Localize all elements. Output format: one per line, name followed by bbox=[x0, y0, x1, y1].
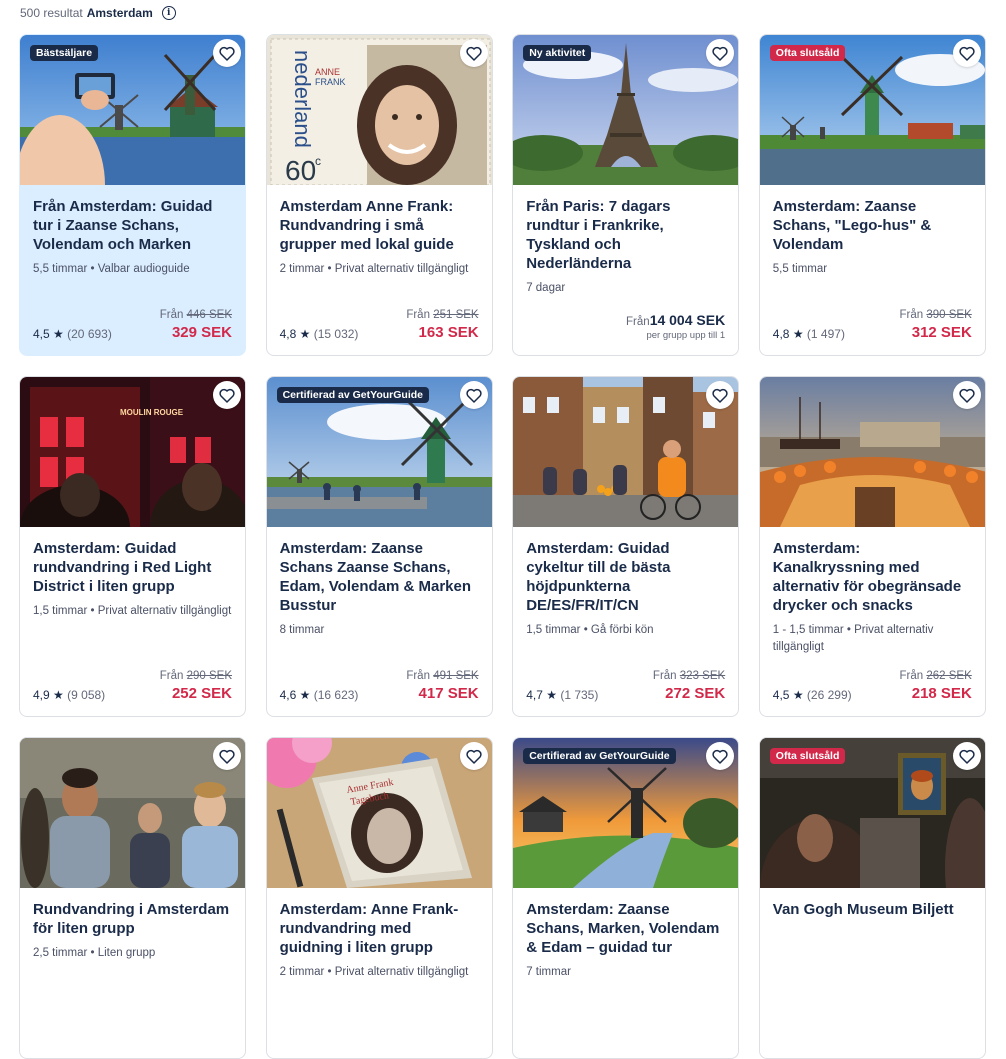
wishlist-heart-icon[interactable] bbox=[213, 39, 241, 67]
activity-grid: Bästsäljare Från Amsterdam: Guidad tur i… bbox=[19, 34, 986, 1059]
card-image: Certifierad av GetYourGuide bbox=[266, 377, 492, 527]
wishlist-heart-icon[interactable] bbox=[459, 39, 488, 67]
wishlist-heart-icon[interactable] bbox=[706, 742, 735, 770]
wishlist-heart-icon[interactable] bbox=[952, 742, 981, 770]
stamp-name-line2: FRANK bbox=[315, 77, 346, 87]
card-title[interactable]: Van Gogh Museum Biljett bbox=[773, 900, 972, 919]
card-title[interactable]: Amsterdam: Kanalkryssning med alternativ… bbox=[773, 539, 972, 615]
card-title[interactable]: Amsterdam: Guidad cykeltur till de bästa… bbox=[526, 539, 725, 615]
price-original: Från 491 SEK bbox=[406, 670, 479, 682]
wishlist-heart-icon[interactable] bbox=[459, 381, 488, 409]
stamp-value-text: 60 bbox=[285, 155, 316, 185]
card-image: MOULIN ROUGE bbox=[20, 377, 245, 527]
rating: 4,7 ★ (1 735) bbox=[526, 688, 599, 702]
results-place: Amsterdam bbox=[86, 6, 153, 20]
stamp-country-text: nederland bbox=[290, 50, 315, 148]
wishlist-heart-icon[interactable] bbox=[952, 39, 981, 67]
status-badge: Ofta slutsåld bbox=[769, 748, 846, 764]
price-original: Från 390 SEK bbox=[899, 309, 972, 321]
card-title[interactable]: Amsterdam: Zaanse Schans Zaanse Schans, … bbox=[280, 539, 479, 615]
price: 252 SEK bbox=[171, 685, 232, 702]
activity-card[interactable]: Ofta slutsåld Van Gogh Museum Biljett bbox=[758, 737, 986, 1059]
card-title[interactable]: Amsterdam: Anne Frank-rundvandring med g… bbox=[280, 900, 479, 957]
moulin-rouge-sign: MOULIN ROUGE bbox=[120, 408, 184, 417]
results-count: 500 resultat bbox=[20, 6, 83, 20]
status-badge: Certifierad av GetYourGuide bbox=[523, 748, 676, 764]
rating: 4,5 ★ (26 299) bbox=[772, 688, 852, 702]
wishlist-heart-icon[interactable] bbox=[706, 39, 735, 67]
price: 417 SEK bbox=[418, 685, 479, 702]
price: 163 SEK bbox=[418, 324, 479, 341]
activity-card[interactable]: Certifierad av GetYourGuide Amsterdam: Z… bbox=[265, 376, 493, 717]
price: 329 SEK bbox=[171, 324, 232, 341]
card-meta: 2 timmar • Privat alternativ tillgänglig… bbox=[279, 966, 469, 978]
price: 218 SEK bbox=[911, 685, 972, 702]
activity-card[interactable]: MOULIN ROUGE Amsterdam: Guidad rundvandr… bbox=[19, 376, 246, 717]
activity-card[interactable]: Ofta slutsåld Amsterdam: Zaanse Schans, … bbox=[758, 34, 986, 356]
rating: 4,8 ★ (15 032) bbox=[279, 327, 359, 341]
status-badge: Ny aktivitet bbox=[523, 45, 592, 61]
card-title[interactable]: Amsterdam: Zaanse Schans, "Lego-hus" & V… bbox=[773, 197, 972, 254]
card-title[interactable]: Från Paris: 7 dagars rundtur i Frankrike… bbox=[526, 197, 725, 273]
price: 272 SEK bbox=[665, 685, 726, 702]
card-meta: 5,5 timmar • Valbar audioguide bbox=[33, 263, 190, 275]
price-original: Från 446 SEK bbox=[159, 309, 232, 321]
price: Från14 004 SEK per grupp upp till 1 bbox=[526, 312, 725, 341]
results-summary: 500 resultat Amsterdam i bbox=[20, 4, 176, 22]
card-image: Ofta slutsåld bbox=[759, 738, 985, 888]
card-meta: 7 timmar bbox=[526, 966, 571, 978]
stamp-unit-text: c bbox=[315, 154, 321, 168]
wishlist-heart-icon[interactable] bbox=[213, 381, 241, 409]
rating: 4,9 ★ (9 058) bbox=[33, 688, 106, 702]
price: 312 SEK bbox=[911, 324, 972, 341]
card-image: Certifierad av GetYourGuide bbox=[513, 738, 739, 888]
activity-card[interactable]: Ny aktivitet Från Paris: 7 dagars rundtu… bbox=[512, 34, 740, 356]
wishlist-heart-icon[interactable] bbox=[459, 742, 488, 770]
wishlist-heart-icon[interactable] bbox=[706, 381, 735, 409]
activity-card[interactable]: Bästsäljare Från Amsterdam: Guidad tur i… bbox=[19, 34, 246, 356]
activity-card[interactable]: nederland ANNE FRANK 60 c Amsterdam Anne… bbox=[265, 34, 493, 356]
card-meta: 2,5 timmar • Liten grupp bbox=[33, 947, 156, 959]
card-meta: 2 timmar • Privat alternativ tillgänglig… bbox=[279, 263, 469, 275]
card-image bbox=[20, 738, 245, 888]
card-meta: 8 timmar bbox=[279, 624, 325, 636]
status-badge: Bästsäljare bbox=[30, 45, 99, 61]
card-image: Ny aktivitet bbox=[513, 35, 739, 185]
card-title[interactable]: Rundvandring i Amsterdam för liten grupp bbox=[33, 900, 232, 938]
price-original: Från 251 SEK bbox=[406, 309, 479, 321]
rating: 4,5 ★ (20 693) bbox=[33, 327, 112, 341]
card-image bbox=[513, 377, 739, 527]
price-original: Från 323 SEK bbox=[652, 670, 726, 682]
card-image: Ofta slutsåld bbox=[759, 35, 985, 185]
activity-card[interactable]: Amsterdam: Guidad cykeltur till de bästa… bbox=[512, 376, 740, 717]
card-title[interactable]: Amsterdam: Zaanse Schans, Marken, Volend… bbox=[526, 900, 725, 957]
status-badge: Ofta slutsåld bbox=[769, 45, 846, 61]
card-image: Bästsäljare bbox=[20, 35, 245, 185]
card-meta: 1 - 1,5 timmar • Privat alternativ tillg… bbox=[772, 624, 934, 653]
stamp-name-line1: ANNE bbox=[315, 67, 340, 77]
activity-card[interactable]: Rundvandring i Amsterdam för liten grupp… bbox=[19, 737, 246, 1059]
card-title[interactable]: Amsterdam Anne Frank: Rundvandring i små… bbox=[280, 197, 479, 254]
card-title[interactable]: Från Amsterdam: Guidad tur i Zaanse Scha… bbox=[33, 197, 232, 254]
status-badge: Certifierad av GetYourGuide bbox=[276, 387, 430, 403]
card-image: nederland ANNE FRANK 60 c bbox=[266, 35, 492, 185]
rating: 4,6 ★ (16 623) bbox=[279, 688, 359, 702]
info-icon[interactable]: i bbox=[161, 6, 176, 20]
activity-card[interactable]: Anne Frank Tagebuch Amsterdam: Anne Fran… bbox=[265, 737, 493, 1059]
card-meta: 1,5 timmar • Gå förbi kön bbox=[526, 624, 654, 636]
card-image bbox=[759, 377, 985, 527]
price-per-group: per grupp upp till 1 bbox=[646, 330, 726, 341]
card-meta: 7 dagar bbox=[526, 282, 566, 294]
wishlist-heart-icon[interactable] bbox=[213, 742, 241, 770]
activity-card[interactable]: Certifierad av GetYourGuide Amsterdam: Z… bbox=[512, 737, 740, 1059]
rating: 4,8 ★ (1 497) bbox=[772, 327, 845, 341]
price-original: Från 262 SEK bbox=[899, 670, 972, 682]
card-title[interactable]: Amsterdam: Guidad rundvandring i Red Lig… bbox=[33, 539, 232, 596]
price-original: Från 290 SEK bbox=[159, 670, 232, 682]
activity-card[interactable]: Amsterdam: Kanalkryssning med alternativ… bbox=[758, 376, 986, 717]
card-image: Anne Frank Tagebuch bbox=[266, 738, 492, 888]
card-meta: 1,5 timmar • Privat alternativ tillgängl… bbox=[33, 605, 232, 617]
card-meta: 5,5 timmar bbox=[772, 263, 828, 275]
wishlist-heart-icon[interactable] bbox=[952, 381, 981, 409]
